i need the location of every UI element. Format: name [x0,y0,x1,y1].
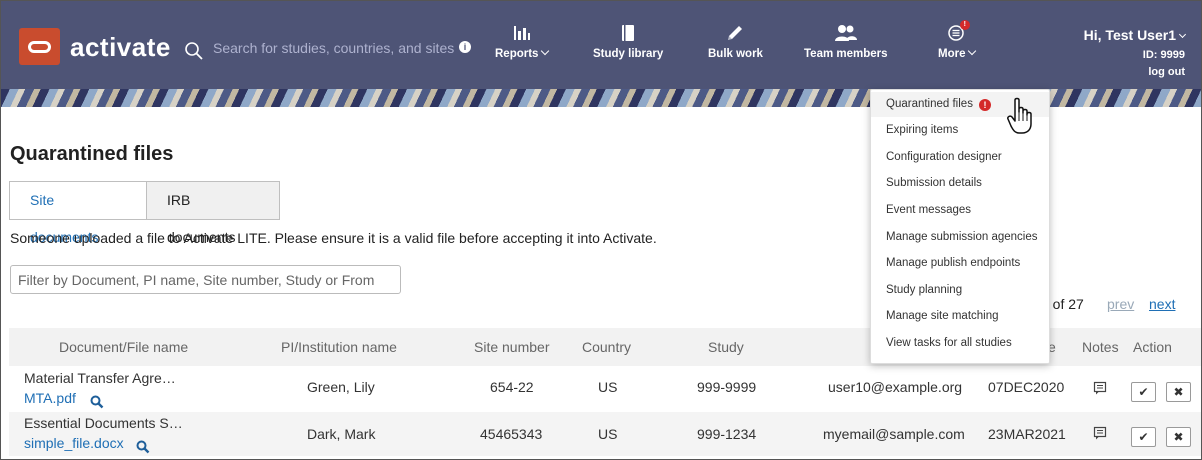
menu-item-configuration-designer[interactable]: Configuration designer [871,145,1049,170]
nav-study-library-label: Study library [593,48,664,60]
menu-item-submission-details[interactable]: Submission details [871,171,1049,196]
team-icon [834,25,857,41]
app-window: activate i Reports Study library [0,0,1202,460]
study: 999-9999 [697,379,757,395]
alert-badge: ! [959,20,970,30]
notes-icon[interactable] [1093,381,1107,395]
nav-bulk-work-label: Bulk work [708,48,763,60]
from-email: user10@example.org [828,379,963,395]
menu-item-study-planning[interactable]: Study planning [871,278,1049,303]
menu-item-manage-submission-agencies[interactable]: Manage submission agencies [871,225,1049,250]
col-site-number[interactable]: Site number [474,339,549,355]
user-id: ID: 9999 [1142,49,1185,61]
hand-cursor-icon [1007,97,1032,134]
accept-button[interactable]: ✔ [1131,382,1156,402]
doc-title: Essential Documents S… [24,415,183,431]
table-row: Essential Documents S… simple_file.docx … [9,412,1201,456]
col-document[interactable]: Document/File name [59,339,188,355]
menu-item-manage-publish-endpoints[interactable]: Manage publish endpoints [871,251,1049,276]
global-search-input[interactable] [213,37,458,59]
from-email: myemail@sample.com [823,426,965,442]
date: 23MAR2021 [988,426,1066,442]
alert-icon: ! [978,99,991,111]
user-greeting[interactable]: Hi, Test User1 [1084,27,1176,43]
search-icon[interactable] [184,41,204,61]
pager-next-link[interactable]: next [1149,296,1175,312]
brand-name[interactable]: activate [70,32,171,63]
menu-item-manage-site-matching[interactable]: Manage site matching [871,304,1049,329]
oracle-logo-icon[interactable] [19,28,60,65]
menu-item-event-messages[interactable]: Event messages [871,198,1049,223]
nav-study-library[interactable]: Study library [593,23,663,60]
nav-more-label: More [938,48,966,60]
nav-more[interactable]: ! More [938,20,977,60]
bar-chart-icon [513,26,530,40]
accept-button[interactable]: ✔ [1131,427,1156,447]
doc-title: Material Transfer Agre… [24,370,176,386]
study: 999-1234 [697,426,757,442]
site-number: 45465343 [480,426,543,442]
chevron-down-icon [968,46,977,56]
col-study[interactable]: Study [708,339,744,355]
menu-item-view-tasks-all-studies[interactable]: View tasks for all studies [871,331,1049,356]
page-title: Quarantined files [10,143,174,165]
info-icon[interactable]: i [459,41,471,53]
user-menu[interactable]: Hi, Test User1 ID: 9999 log out [1084,27,1187,78]
filter-input[interactable] [10,265,401,294]
table-row: Material Transfer Agre… MTA.pdf Green, L… [9,367,1201,411]
chevron-down-icon [1178,30,1187,39]
nav-bulk-work[interactable]: Bulk work [708,23,763,60]
file-link[interactable]: MTA.pdf [24,390,76,406]
tab-site-documents[interactable]: Site documents [9,181,146,245]
chevron-down-icon [541,46,550,56]
top-navbar: activate i Reports Study library [1,1,1201,89]
pi-name: Green, Lily [307,379,375,395]
document-tabs: Site documents IRB documents [9,181,280,245]
pager-prev-link[interactable]: prev [1107,296,1134,312]
reject-button[interactable]: ✖ [1166,427,1191,447]
country: US [598,379,618,395]
col-notes: Notes [1082,339,1119,355]
pi-name: Dark, Mark [307,426,376,442]
reject-button[interactable]: ✖ [1166,382,1191,402]
site-number: 654-22 [490,379,534,395]
notes-icon[interactable] [1093,426,1107,440]
info-notice: Someone uploaded a file to Activate LITE… [10,230,657,246]
pencil-icon [728,26,743,40]
nav-team-members[interactable]: Team members [804,23,888,60]
preview-magnifier-icon[interactable] [136,440,150,454]
logout-link[interactable]: log out [1084,66,1185,78]
tab-irb-documents[interactable]: IRB documents [146,181,280,245]
col-country[interactable]: Country [582,339,631,355]
country: US [598,426,618,442]
date: 07DEC2020 [988,379,1065,395]
nav-reports-label: Reports [495,48,539,60]
book-icon [622,25,635,41]
col-pi[interactable]: PI/Institution name [281,339,397,355]
nav-team-members-label: Team members [804,48,888,60]
menu-item-label: Quarantined files [886,98,973,110]
preview-magnifier-icon[interactable] [90,395,104,409]
file-link[interactable]: simple_file.docx [24,435,124,451]
col-action: Action [1133,339,1172,355]
nav-reports[interactable]: Reports [495,23,550,60]
